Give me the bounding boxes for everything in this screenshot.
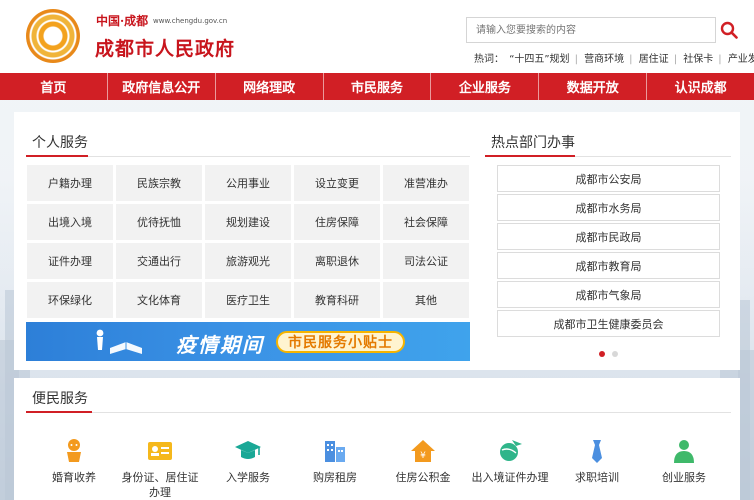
service-cell[interactable]: 文化体育: [116, 282, 202, 318]
banner-pill-text: 市民服务小贴士: [276, 331, 405, 353]
personal-services-title: 个人服务: [32, 135, 88, 151]
tie-icon: [592, 440, 602, 463]
nav-item-home[interactable]: 首页: [0, 73, 108, 100]
convenience-item[interactable]: ¥ 住房公积金: [380, 438, 466, 485]
site-url: www.chengdu.gov.cn: [153, 17, 228, 25]
convenience-item-label: 购房租房: [313, 471, 357, 484]
house-yuan-icon: ¥: [411, 440, 435, 462]
convenience-item-label: 出入境证件办理: [471, 471, 549, 484]
epidemic-tips-banner[interactable]: 疫情期间 市民服务小贴士: [26, 322, 470, 361]
section-accent: [26, 155, 88, 157]
hot-dept-item[interactable]: 成都市气象局: [497, 281, 720, 308]
carousel-dot-active[interactable]: [599, 351, 605, 357]
convenience-item-label: 身份证、居住证办理: [121, 471, 199, 499]
search-icon: [720, 21, 738, 39]
hot-words: 热词： “十四五”规划| 营商环境| 居住证| 社保卡| 产业发展: [474, 50, 754, 65]
search-input[interactable]: [467, 18, 715, 42]
nav-item-about-chengdu[interactable]: 认识成都: [647, 73, 754, 100]
service-cell[interactable]: 司法公证: [383, 243, 469, 279]
convenience-title: 便民服务: [32, 391, 88, 407]
hot-dept-item[interactable]: 成都市公安局: [497, 165, 720, 192]
convenience-item-label: 住房公积金: [395, 471, 451, 484]
personal-services-grid: 户籍办理 民族宗教 公用事业 设立变更 准营准办 出境入境 优待抚恤 规划建设 …: [27, 165, 470, 318]
service-cell[interactable]: 其他: [383, 282, 469, 318]
service-cell[interactable]: 交通出行: [116, 243, 202, 279]
nav-item-gov-info[interactable]: 政府信息公开: [108, 73, 216, 100]
convenience-item[interactable]: 购房租房: [292, 438, 378, 485]
banner-main-text: 疫情期间: [176, 333, 264, 357]
hot-word-link[interactable]: “十四五”规划: [509, 54, 569, 65]
nav-item-enterprise-services[interactable]: 企业服务: [431, 73, 540, 100]
globe-plane-icon: [500, 440, 522, 461]
convenience-item-label: 求职培训: [575, 471, 619, 484]
service-cell[interactable]: 教育科研: [294, 282, 380, 318]
convenience-item[interactable]: 出入境证件办理: [467, 438, 553, 485]
carousel-dot[interactable]: [612, 351, 618, 357]
section-accent: [485, 155, 575, 157]
baby-icon: [67, 439, 81, 462]
id-card-icon: [148, 442, 172, 460]
service-cell[interactable]: 民族宗教: [116, 165, 202, 201]
service-cell[interactable]: 离职退休: [294, 243, 380, 279]
service-cell[interactable]: 环保绿化: [27, 282, 113, 318]
hot-word-link[interactable]: 产业发展: [728, 54, 754, 65]
main-nav: 首页 政府信息公开 网络理政 市民服务 企业服务 数据开放 认识成都: [0, 73, 754, 100]
section-accent: [26, 411, 92, 413]
service-cell[interactable]: 规划建设: [205, 204, 291, 240]
chengdu-logo[interactable]: [26, 9, 80, 63]
service-cell[interactable]: 设立变更: [294, 165, 380, 201]
graduation-cap-icon: [235, 441, 261, 459]
hot-dept-item[interactable]: 成都市卫生健康委员会: [497, 310, 720, 337]
service-cell[interactable]: 住房保障: [294, 204, 380, 240]
convenience-item-label: 婚育收养: [52, 471, 96, 484]
site-region-label: 中国·成都: [96, 14, 149, 28]
site-title[interactable]: 成都市人民政府: [95, 34, 235, 61]
hot-dept-item[interactable]: 成都市水务局: [497, 194, 720, 221]
building-icon: [325, 441, 345, 462]
svg-text:¥: ¥: [420, 451, 426, 461]
hot-words-label: 热词：: [474, 54, 504, 65]
hot-dept-title: 热点部门办事: [491, 135, 575, 151]
reading-person-icon: [96, 329, 142, 354]
nav-item-online-governance[interactable]: 网络理政: [216, 73, 324, 100]
hot-dept-item[interactable]: 成都市民政局: [497, 223, 720, 250]
convenience-item[interactable]: 求职培训: [554, 438, 640, 485]
convenience-item[interactable]: 入学服务: [205, 438, 291, 485]
service-cell[interactable]: 旅游观光: [205, 243, 291, 279]
nav-item-open-data[interactable]: 数据开放: [539, 73, 648, 100]
service-cell[interactable]: 优待抚恤: [116, 204, 202, 240]
search-box: [466, 17, 716, 43]
nav-item-citizen-services[interactable]: 市民服务: [324, 73, 432, 100]
convenience-item[interactable]: 身份证、居住证办理: [117, 438, 203, 500]
service-cell[interactable]: 社会保障: [383, 204, 469, 240]
service-cell[interactable]: 户籍办理: [27, 165, 113, 201]
convenience-item-label: 入学服务: [226, 471, 270, 484]
section-divider: [26, 412, 731, 413]
service-cell[interactable]: 医疗卫生: [205, 282, 291, 318]
service-cell[interactable]: 出境入境: [27, 204, 113, 240]
hot-word-link[interactable]: 营商环境: [584, 54, 624, 65]
site-header: 中国·成都 www.chengdu.gov.cn 成都市人民政府 热词： “十四…: [0, 0, 754, 73]
hot-word-link[interactable]: 社保卡: [683, 54, 713, 65]
convenience-item[interactable]: 婚育收养: [31, 438, 117, 485]
convenience-item-label: 创业服务: [662, 471, 706, 484]
section-divider: [26, 156, 470, 157]
convenience-item[interactable]: 创业服务: [641, 438, 727, 485]
person-icon: [674, 440, 694, 463]
service-cell[interactable]: 证件办理: [27, 243, 113, 279]
hot-word-link[interactable]: 居住证: [639, 54, 669, 65]
service-cell[interactable]: 准营准办: [383, 165, 469, 201]
service-cell[interactable]: 公用事业: [205, 165, 291, 201]
search-button[interactable]: [716, 17, 742, 43]
hot-dept-item[interactable]: 成都市教育局: [497, 252, 720, 279]
